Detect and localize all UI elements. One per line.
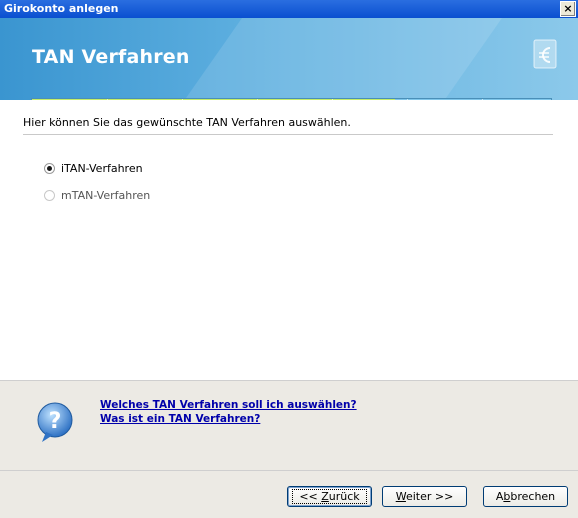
euro-document-icon (533, 39, 557, 69)
help-link-which-tan[interactable]: Welches TAN Verfahren soll ich auswählen… (100, 399, 357, 411)
wizard-progress-bar (31, 98, 552, 100)
question-bubble-icon: ? (37, 402, 73, 442)
page-title: TAN Verfahren (32, 46, 190, 68)
back-button-label: << Zurück (292, 489, 367, 504)
banner-decoration (129, 18, 531, 100)
radio-label: iTAN-Verfahren (61, 162, 143, 175)
divider (23, 134, 553, 135)
next-button[interactable]: Weiter >> (382, 486, 467, 507)
cancel-button[interactable]: Abbrechen (483, 486, 568, 507)
help-panel: ? Welches TAN Verfahren soll ich auswähl… (0, 380, 578, 471)
next-button-label: Weiter >> (395, 490, 454, 503)
svg-text:?: ? (49, 409, 62, 434)
back-button[interactable]: << Zurück (287, 486, 372, 507)
progress-segment (107, 99, 108, 100)
radio-button-selected[interactable] (44, 163, 55, 174)
radio-itan[interactable]: iTAN-Verfahren (44, 162, 143, 175)
progress-segment (482, 99, 483, 100)
window-title: Girokonto anlegen (4, 2, 119, 15)
instruction-text: Hier können Sie das gewünschte TAN Verfa… (23, 116, 351, 129)
radio-button[interactable] (44, 190, 55, 201)
radio-label: mTAN-Verfahren (61, 189, 151, 202)
cancel-button-label: Abbrechen (495, 490, 556, 503)
progress-segment (332, 99, 333, 100)
header-banner: TAN Verfahren (0, 18, 578, 100)
progress-segment (257, 99, 258, 100)
progress-segment (407, 99, 408, 100)
title-bar: Girokonto anlegen × (0, 0, 578, 18)
radio-mtan[interactable]: mTAN-Verfahren (44, 189, 150, 202)
help-link-what-is-tan[interactable]: Was ist ein TAN Verfahren? (100, 413, 260, 425)
close-button[interactable]: × (560, 1, 576, 17)
progress-segment (182, 99, 183, 100)
progress-fill (32, 99, 396, 100)
button-bar: << Zurück Weiter >> Abbrechen (0, 470, 578, 518)
